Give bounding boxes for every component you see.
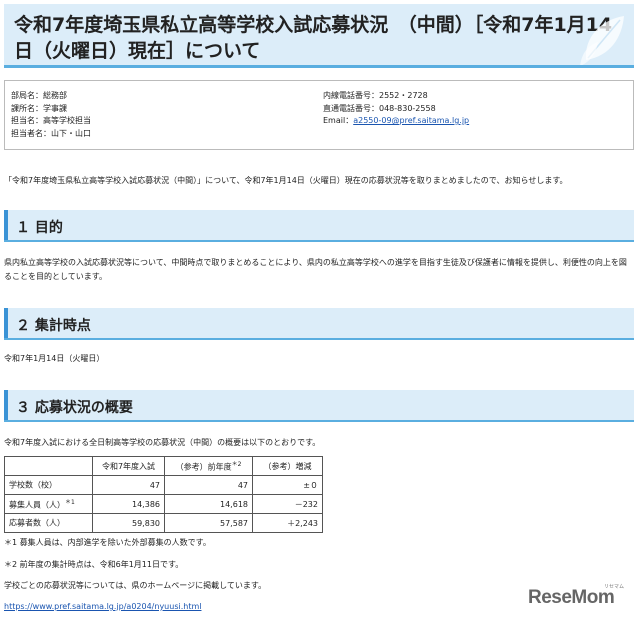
table-row: 募集人員（人）＊1 14,386 14,618 －232 bbox=[4, 494, 323, 514]
heading-accent-bar bbox=[4, 210, 8, 240]
section-heading-overview: ３ 応募状況の概要 bbox=[4, 390, 634, 422]
table-cell: ±０ bbox=[252, 475, 323, 495]
row-label: 募集人員（人）＊1 bbox=[4, 494, 93, 514]
leaf-decoration-icon bbox=[580, 16, 624, 65]
table-header-row: 令和7年度入試 （参考）前年度＊2 （参考）増減 bbox=[4, 456, 323, 476]
table-header-cell: （参考）増減 bbox=[252, 456, 323, 476]
section-heading-count-date: ２ 集計時点 bbox=[4, 308, 634, 340]
application-stats-table: 令和7年度入試 （参考）前年度＊2 （参考）増減 学校数（校） 47 47 ±０… bbox=[4, 456, 323, 533]
section-heading-text: １ 目的 bbox=[16, 220, 63, 236]
note-2: ＊2 前年度の集計時点は、令和6年1月11日です。 bbox=[4, 560, 184, 569]
direct-phone-text: 直通電話番号：048-830-2558 bbox=[323, 103, 436, 113]
heading-accent-bar bbox=[4, 308, 8, 338]
email-link[interactable]: a2550-09@pref.saitama.lg.jp bbox=[353, 116, 469, 125]
charge-text: 担当名：高等学校担当 bbox=[11, 116, 91, 125]
table-header-cell: （参考）前年度＊2 bbox=[164, 456, 253, 476]
table-cell: 14,618 bbox=[164, 494, 253, 514]
heading-accent-bar bbox=[4, 390, 8, 420]
overview-text: 令和7年度入試における全日制高等学校の応募状況（中間）の概要は以下のとおりです。 bbox=[4, 438, 321, 447]
section-heading-purpose: １ 目的 bbox=[4, 210, 634, 242]
row-label: 応募者数（人） bbox=[4, 513, 93, 533]
email-label: Email： bbox=[323, 116, 354, 125]
note-1: ＊1 募集人員は、内部進学を除いた外部募集の人数です。 bbox=[4, 538, 211, 547]
row-label: 学校数（校） bbox=[4, 475, 93, 495]
table-cell: －232 bbox=[252, 494, 323, 514]
table-header-cell bbox=[4, 456, 93, 476]
section-heading-text: ３ 応募状況の概要 bbox=[16, 400, 133, 416]
contact-left-column: 部局名：総務部 課所名：学事課 担当名：高等学校担当 担当者名：山下・山口 bbox=[11, 90, 91, 140]
intro-text: 「令和7年度埼玉県私立高等学校入試応募状況（中間）」について、令和7年1月14日… bbox=[4, 176, 568, 185]
contact-right-column: 内線電話番号：2552・2728 直通電話番号：048-830-2558 Ema… bbox=[323, 90, 469, 128]
purpose-text: 県内私立高等学校の入試応募状況等について、中間時点で取りまとめることにより、県内… bbox=[4, 258, 627, 281]
table-cell: ＋2,243 bbox=[252, 513, 323, 533]
ext-phone-text: 内線電話番号：2552・2728 bbox=[323, 91, 428, 100]
department-text: 部局名：総務部 bbox=[11, 91, 67, 100]
page-title: 令和7年度埼玉県私立高等学校入試応募状況 （中間）［令和7年1月14日（火曜日）… bbox=[14, 14, 613, 62]
page-title-box: 令和7年度埼玉県私立高等学校入試応募状況 （中間）［令和7年1月14日（火曜日）… bbox=[4, 4, 634, 68]
table-row: 応募者数（人） 59,830 57,587 ＋2,243 bbox=[4, 513, 323, 533]
resemom-logo: ReseMom bbox=[528, 587, 615, 608]
table-cell: 47 bbox=[164, 475, 253, 495]
section-heading-text: ２ 集計時点 bbox=[16, 318, 91, 334]
person-text: 担当者名：山下・山口 bbox=[11, 128, 91, 138]
section-text: 課所名：学事課 bbox=[11, 103, 67, 113]
contact-info-box: 部局名：総務部 課所名：学事課 担当名：高等学校担当 担当者名：山下・山口 内線… bbox=[4, 80, 634, 150]
email-row: Email：a2550-09@pref.saitama.lg.jp bbox=[323, 115, 469, 128]
count-date-text: 令和7年1月14日（火曜日） bbox=[4, 354, 105, 363]
table-row: 学校数（校） 47 47 ±０ bbox=[4, 475, 323, 495]
table-cell: 14,386 bbox=[92, 494, 165, 514]
table-header-cell: 令和7年度入試 bbox=[92, 456, 165, 476]
table-cell: 57,587 bbox=[164, 513, 253, 533]
prefecture-page-link[interactable]: https://www.pref.saitama.lg.jp/a0204/nyu… bbox=[4, 602, 201, 611]
table-cell: 59,830 bbox=[92, 513, 165, 533]
table-cell: 47 bbox=[92, 475, 165, 495]
